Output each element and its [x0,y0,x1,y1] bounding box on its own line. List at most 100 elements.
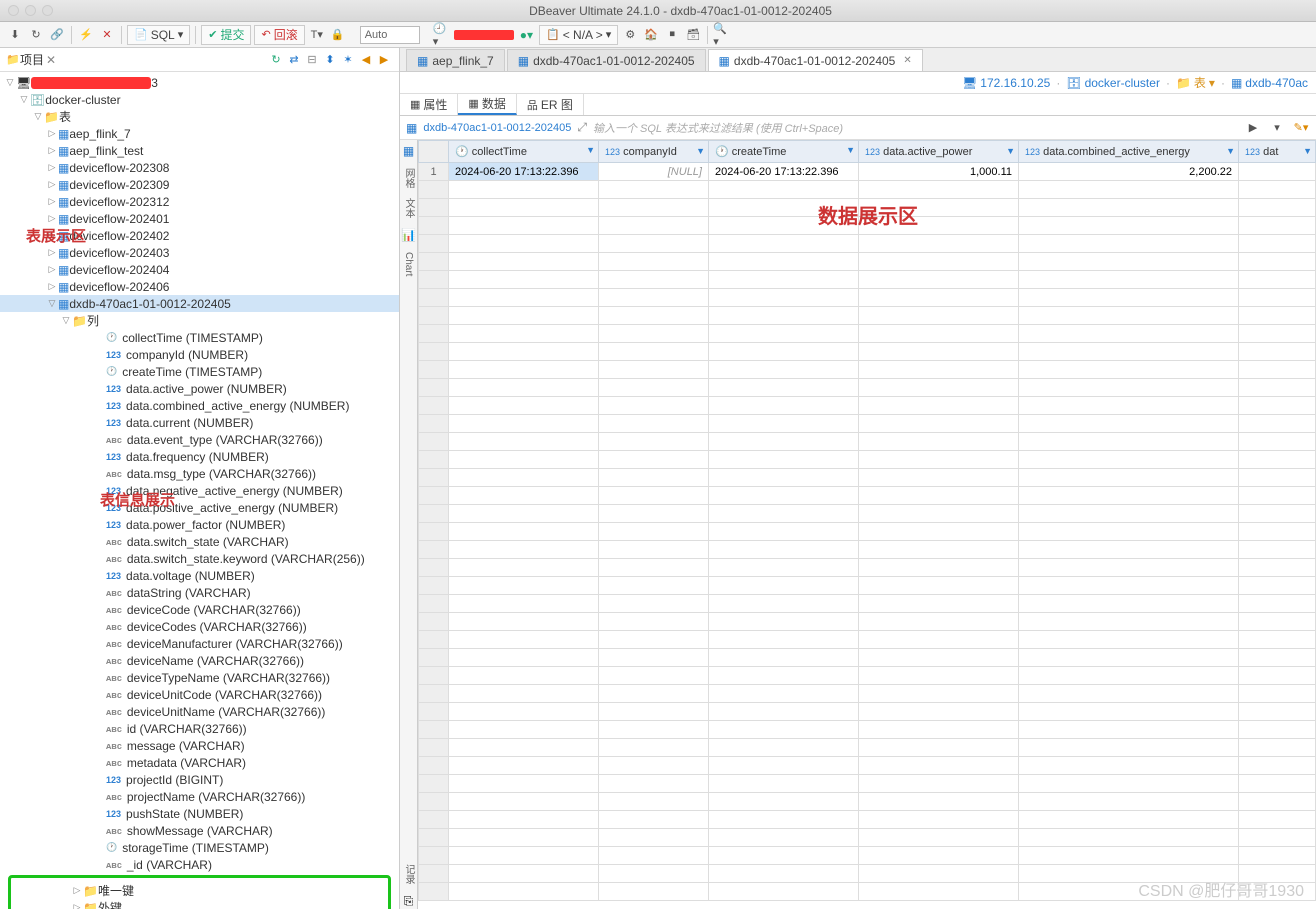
tree-column[interactable]: 123companyId (NUMBER) [0,346,399,363]
tree-table[interactable]: ▷▦ deviceflow-202312 [0,193,399,210]
tree-table[interactable]: ▽▦ dxdb-470ac1-01-0012-202405 [0,295,399,312]
tree-table[interactable]: ▷▦ aep_flink_test [0,142,399,159]
chart-icon[interactable]: 📊 [401,228,416,242]
tree-column[interactable]: ᴀʙᴄdata.switch_state.keyword (VARCHAR(25… [0,550,399,567]
tree-column[interactable]: ᴀʙᴄprojectName (VARCHAR(32766)) [0,788,399,805]
dropdown-icon[interactable]: ▼ [1303,146,1312,156]
tree-column[interactable]: 123data.negative_active_energy (NUMBER) [0,482,399,499]
commit-button[interactable]: ✔ 提交 [201,25,251,45]
dropdown-icon[interactable]: ▼ [586,145,595,155]
column-header[interactable]: 123 data.active_power▼ [859,141,1019,163]
rollback-button[interactable]: ↶ 回滚 [254,25,304,45]
grid-mode-icon[interactable]: ▦ [403,144,414,158]
tree-column[interactable]: ᴀʙᴄid (VARCHAR(32766)) [0,720,399,737]
navigator-tree[interactable]: ▽🖥 3 ▽🗄 docker-cluster ▽📁 表 ▷▦ aep_flink… [0,72,399,909]
stop-icon[interactable]: ⏹ [663,26,681,44]
nav-collapse-icon[interactable]: ⇄ [285,51,303,69]
tree-column[interactable]: ᴀʙᴄshowMessage (VARCHAR) [0,822,399,839]
close-dot[interactable] [8,5,19,16]
sidetab-grid[interactable]: 网格 [401,168,416,188]
tree-folder[interactable]: ▷📁 唯一键 [11,882,388,899]
cell[interactable]: 2024-06-20 17:13:22.396 [709,163,859,181]
editor-tab-2[interactable]: ▦dxdb-470ac1-01-0012-202405 [507,49,706,71]
tree-column[interactable]: 123data.power_factor (NUMBER) [0,516,399,533]
tree-column[interactable]: 123data.current (NUMBER) [0,414,399,431]
tree-table[interactable]: ▷▦ deviceflow-202309 [0,176,399,193]
cell[interactable]: 2024-06-20 17:13:22.396 [449,163,599,181]
schema-select[interactable]: 📋 < N/A > ▾ [539,25,618,45]
home-icon[interactable]: 🏠 [642,26,660,44]
tree-column[interactable]: 🕐collectTime (TIMESTAMP) [0,329,399,346]
tree-column[interactable]: 🕐storageTime (TIMESTAMP) [0,839,399,856]
tree-tables-folder[interactable]: ▽📁 表 [0,108,399,125]
search-icon[interactable]: 🔍▾ [713,26,731,44]
history-icon[interactable]: ▾ [1268,119,1286,137]
tree-columns-folder[interactable]: ▽📁 列 [0,312,399,329]
dropdown-icon[interactable]: ▼ [696,146,705,156]
tree-column[interactable]: ᴀʙᴄmessage (VARCHAR) [0,737,399,754]
tree-table[interactable]: ▷▦ deviceflow-202403 [0,244,399,261]
nav-fwd-icon[interactable]: ▶ [375,51,393,69]
bc-cluster[interactable]: 🗄 docker-cluster [1066,76,1160,90]
sidetab-chart[interactable]: Chart [403,252,414,276]
tree-column[interactable]: ᴀʙᴄdeviceCode (VARCHAR(32766)) [0,601,399,618]
tree-column[interactable]: 123data.positive_active_energy (NUMBER) [0,499,399,516]
tree-column[interactable]: ᴀʙᴄdeviceTypeName (VARCHAR(32766)) [0,669,399,686]
cell[interactable]: 2,200.22 [1019,163,1239,181]
bc-tables[interactable]: 📁 表 ▾ [1176,74,1215,91]
sql-button[interactable]: 📄 SQL ▾ [127,25,190,45]
window-controls[interactable] [8,5,53,16]
run-icon[interactable]: ▶ [1244,119,1262,137]
tree-column[interactable]: 123data.combined_active_energy (NUMBER) [0,397,399,414]
min-dot[interactable] [25,5,36,16]
sidetab-text[interactable]: 文本 [401,198,416,218]
tree-column[interactable]: 123projectId (BIGINT) [0,771,399,788]
refresh-icon[interactable]: ↻ [27,26,45,44]
auto-commit-select[interactable]: Auto [360,26,420,44]
tree-column[interactable]: ᴀʙᴄdataString (VARCHAR) [0,584,399,601]
subtab-props[interactable]: ▦ 属性 [400,94,458,115]
column-header[interactable]: 123 companyId▼ [599,141,709,163]
tree-connection[interactable]: ▽🖥 3 [0,74,399,91]
lock-icon[interactable]: 🔒 [329,26,347,44]
tree-column[interactable]: 123pushState (NUMBER) [0,805,399,822]
history-icon[interactable]: 🕘▾ [433,26,451,44]
plug-icon[interactable]: ⚡ [77,26,95,44]
filter-hint[interactable]: 输入一个 SQL 表达式来过滤结果 (使用 Ctrl+Space) [593,120,843,136]
cell[interactable]: [NULL] [599,163,709,181]
nav-settings-icon[interactable]: ✶ [339,51,357,69]
cell[interactable]: 1,000.11 [859,163,1019,181]
table-row[interactable]: 12024-06-20 17:13:22.396[NULL]2024-06-20… [419,163,1316,181]
new-conn-icon[interactable]: ⬇ [6,26,24,44]
gear-icon[interactable]: ⚙ [621,26,639,44]
dropdown-icon[interactable]: ▼ [1006,146,1015,156]
editor-tab-3[interactable]: ▦dxdb-470ac1-01-0012-202405✕ [708,49,923,71]
dropdown-icon[interactable]: ▼ [1226,146,1235,156]
tree-table[interactable]: ▷▦ deviceflow-202308 [0,159,399,176]
tree-column[interactable]: ᴀʙᴄdeviceUnitCode (VARCHAR(32766)) [0,686,399,703]
result-grid[interactable]: 数据展示区 🕐 collectTime▼123 companyId▼🕐 crea… [418,140,1316,909]
close-icon[interactable]: ✕ [903,55,911,66]
nav-filter-icon[interactable]: ⊟ [303,51,321,69]
settings-icon[interactable]: ✎▾ [1292,119,1310,137]
tree-column[interactable]: ᴀʙᴄdeviceUnitName (VARCHAR(32766)) [0,703,399,720]
tree-table[interactable]: ▷▦ deviceflow-202402表展示区 [0,227,399,244]
max-dot[interactable] [42,5,53,16]
tree-column[interactable]: ᴀʙᴄdata.switch_state (VARCHAR) [0,533,399,550]
db-icon[interactable]: 🗃 [684,26,702,44]
tree-column[interactable]: ᴀʙᴄdeviceManufacturer (VARCHAR(32766)) [0,635,399,652]
sidetab-log[interactable]: 记录 [401,864,416,884]
tree-column[interactable]: ᴀʙᴄdata.msg_type (VARCHAR(32766)) [0,465,399,482]
tree-table[interactable]: ▷▦ deviceflow-202406 [0,278,399,295]
column-header[interactable]: 123 data.combined_active_energy▼ [1019,141,1239,163]
nav-refresh-icon[interactable]: ↻ [267,51,285,69]
tree-column[interactable]: ᴀʙᴄdata.event_type (VARCHAR(32766)) [0,431,399,448]
editor-tab-1[interactable]: ▦aep_flink_7 [406,49,505,71]
subtab-er[interactable]: 品 ER 图 [517,94,584,115]
tx-mode-icon[interactable]: T▾ [308,26,326,44]
nav-back-icon[interactable]: ◀ [357,51,375,69]
close-tab-icon[interactable]: ✕ [46,53,56,67]
tree-column[interactable]: 🕐createTime (TIMESTAMP) [0,363,399,380]
tree-table[interactable]: ▷▦ aep_flink_7 [0,125,399,142]
link-icon[interactable]: 🔗 [48,26,66,44]
